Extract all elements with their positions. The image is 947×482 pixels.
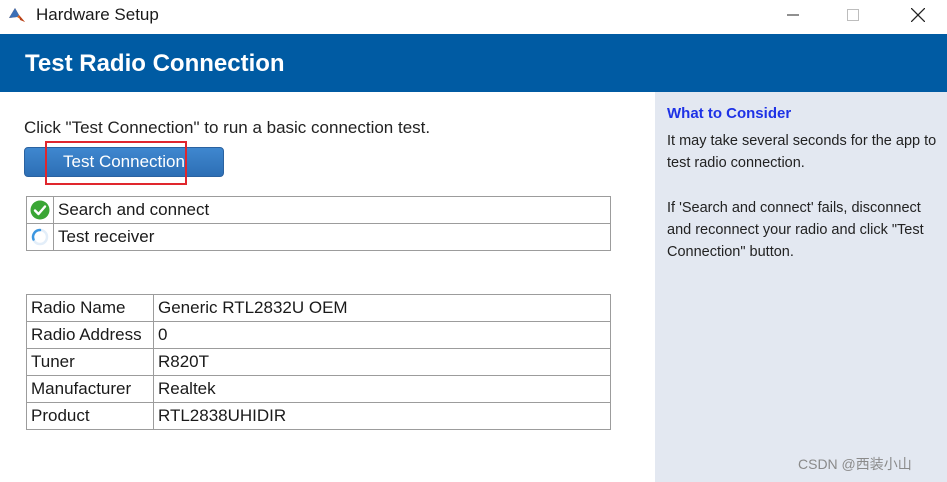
- table-row: Tuner R820T: [26, 348, 611, 376]
- close-button[interactable]: [895, 0, 941, 30]
- side-panel-title: What to Consider: [667, 105, 792, 122]
- property-value: Realtek: [153, 375, 611, 403]
- instruction-text: Click "Test Connection" to run a basic c…: [24, 118, 431, 137]
- help-side-panel: What to Consider It may take several sec…: [655, 92, 947, 482]
- watermark-text: CSDN @西装小山: [798, 456, 912, 472]
- property-value: R820T: [153, 348, 611, 376]
- property-value: Generic RTL2832U OEM: [153, 294, 611, 322]
- page-title: Test Radio Connection: [25, 50, 285, 77]
- property-key: Radio Name: [26, 294, 154, 322]
- side-panel-paragraph: It may take several seconds for the app …: [667, 133, 937, 171]
- table-row: Radio Name Generic RTL2832U OEM: [26, 294, 611, 322]
- test-connection-button[interactable]: Test Connection: [24, 147, 224, 177]
- step-label: Search and connect: [53, 196, 611, 224]
- table-row: Manufacturer Realtek: [26, 375, 611, 403]
- close-icon: [911, 8, 925, 22]
- minimize-button[interactable]: [770, 0, 816, 30]
- radio-properties-table: Radio Name Generic RTL2832U OEM Radio Ad…: [26, 294, 611, 430]
- table-row: Product RTL2838UHIDIR: [26, 402, 611, 430]
- window-title: Hardware Setup: [36, 5, 159, 24]
- property-value: RTL2838UHIDIR: [153, 402, 611, 430]
- check-circle-icon: [30, 200, 50, 220]
- property-key: Tuner: [26, 348, 154, 376]
- property-key: Manufacturer: [26, 375, 154, 403]
- step-status-cell: [26, 223, 54, 251]
- page-header: Test Radio Connection: [0, 34, 947, 92]
- matlab-app-icon: [8, 6, 26, 24]
- property-value: 0: [153, 321, 611, 349]
- title-bar: Hardware Setup: [0, 0, 947, 30]
- connection-steps-table: Search and connect Test receiver: [26, 196, 611, 251]
- table-row: Test receiver: [26, 223, 611, 251]
- table-row: Search and connect: [26, 196, 611, 224]
- spinner-icon: [31, 228, 49, 246]
- maximize-button[interactable]: [830, 0, 876, 30]
- property-key: Radio Address: [26, 321, 154, 349]
- table-row: Radio Address 0: [26, 321, 611, 349]
- side-panel-paragraph: If 'Search and connect' fails, disconnec…: [667, 200, 924, 260]
- step-label: Test receiver: [53, 223, 611, 251]
- property-key: Product: [26, 402, 154, 430]
- step-status-cell: [26, 196, 54, 224]
